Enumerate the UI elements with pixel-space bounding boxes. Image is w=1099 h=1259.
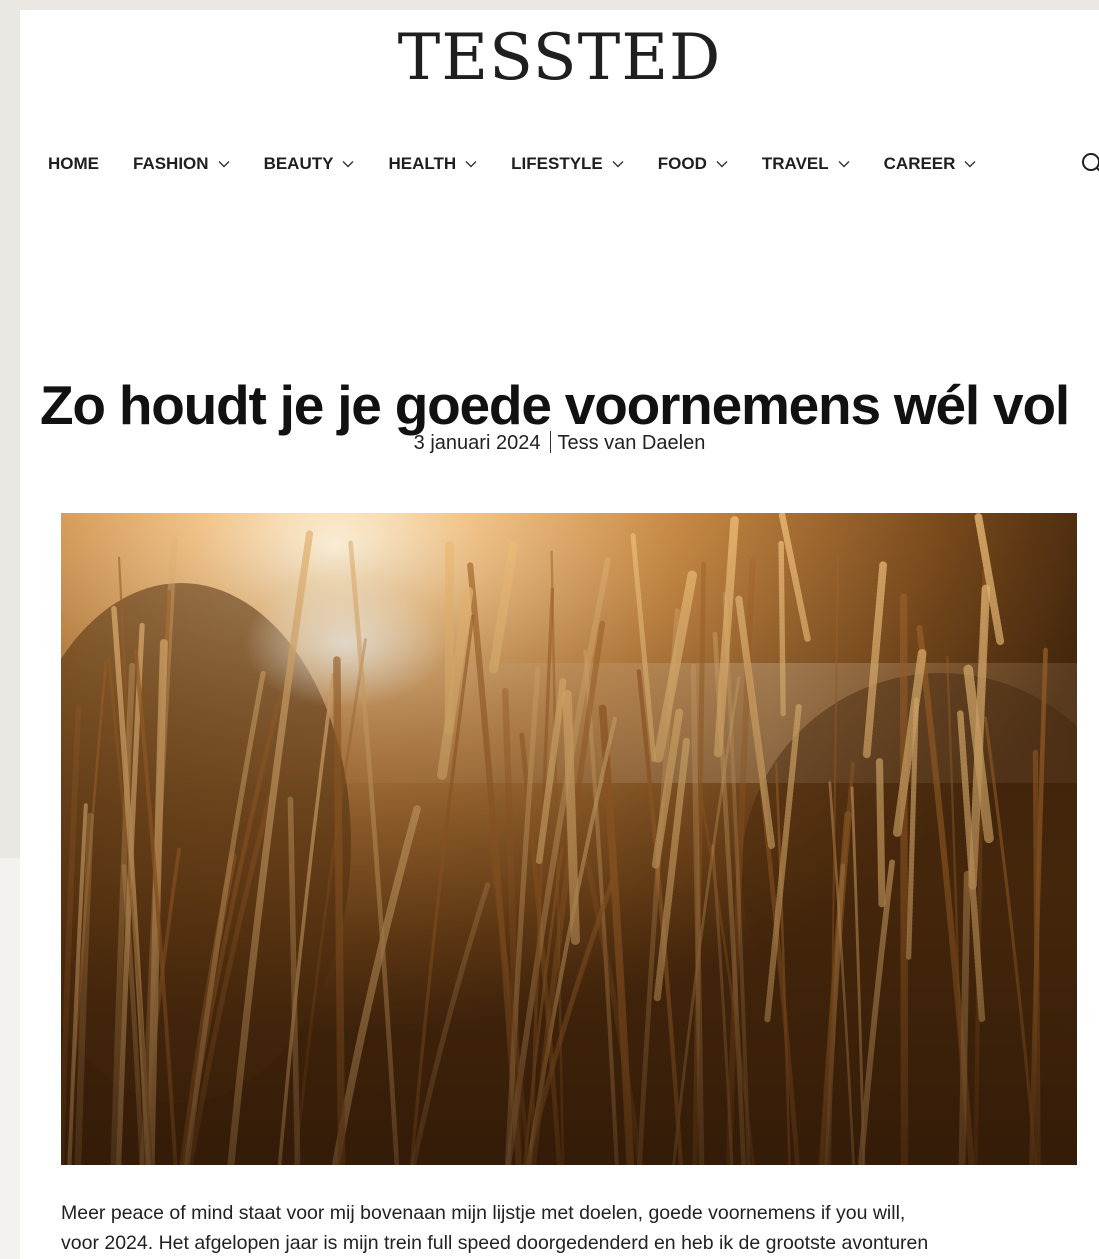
- nav-item-travel[interactable]: TRAVEL: [762, 154, 850, 174]
- nav-item-label: LIFESTYLE: [511, 154, 603, 173]
- nav-item-fashion[interactable]: FASHION: [133, 154, 230, 174]
- nav-item-label: FOOD: [657, 154, 707, 173]
- search-icon[interactable]: [1080, 151, 1099, 177]
- article-meta: 3 januari 2024 Tess van Daelen: [20, 430, 1099, 456]
- nav-item-label: FASHION: [133, 154, 209, 173]
- chevron-down-icon: [716, 160, 728, 168]
- article-date: 3 januari 2024: [413, 432, 541, 454]
- chevron-down-icon: [612, 160, 624, 168]
- nav-item-beauty[interactable]: BEAUTY: [264, 154, 355, 174]
- nav-item-label: TRAVEL: [761, 154, 829, 173]
- paragraph-line: voor 2024. Het afgelopen jaar is mijn tr…: [61, 1232, 929, 1254]
- site-logo[interactable]: TESSTED: [20, 22, 1099, 94]
- nav-item-health[interactable]: HEALTH: [388, 154, 477, 174]
- article-title: Zo houdt je je goede voornemens wél vol: [40, 373, 1070, 436]
- main-navigation: HOME FASHION BEAUTY HEALTH LIFESTYLE FOOD TRAV…: [48, 152, 1010, 176]
- nav-item-food[interactable]: FOOD: [658, 154, 728, 174]
- nav-item-label: HOME: [48, 154, 99, 173]
- chevron-down-icon: [838, 160, 850, 168]
- chevron-down-icon: [465, 160, 477, 168]
- chevron-down-icon: [964, 160, 976, 168]
- nav-item-label: HEALTH: [388, 154, 457, 173]
- hero-image: [61, 513, 1077, 1165]
- nav-item-lifestyle[interactable]: LIFESTYLE: [511, 154, 624, 174]
- nav-item-label: CAREER: [883, 154, 956, 173]
- meta-separator: [550, 431, 552, 453]
- article-author[interactable]: Tess van Daelen: [557, 432, 705, 454]
- chevron-down-icon: [218, 160, 230, 168]
- nav-item-label: BEAUTY: [263, 154, 334, 173]
- nav-item-home[interactable]: HOME: [48, 154, 99, 174]
- nav-item-career[interactable]: CAREER: [884, 154, 977, 174]
- article-body: Meer peace of mind staat voor mij bovena…: [61, 1198, 1081, 1258]
- chevron-down-icon: [342, 160, 354, 168]
- article-page: TESSTED HOME FASHION BEAUTY HEALTH LIFESTYLE…: [20, 10, 1099, 1259]
- paragraph-line: Meer peace of mind staat voor mij bovena…: [61, 1202, 906, 1224]
- background-strip: [0, 858, 20, 1259]
